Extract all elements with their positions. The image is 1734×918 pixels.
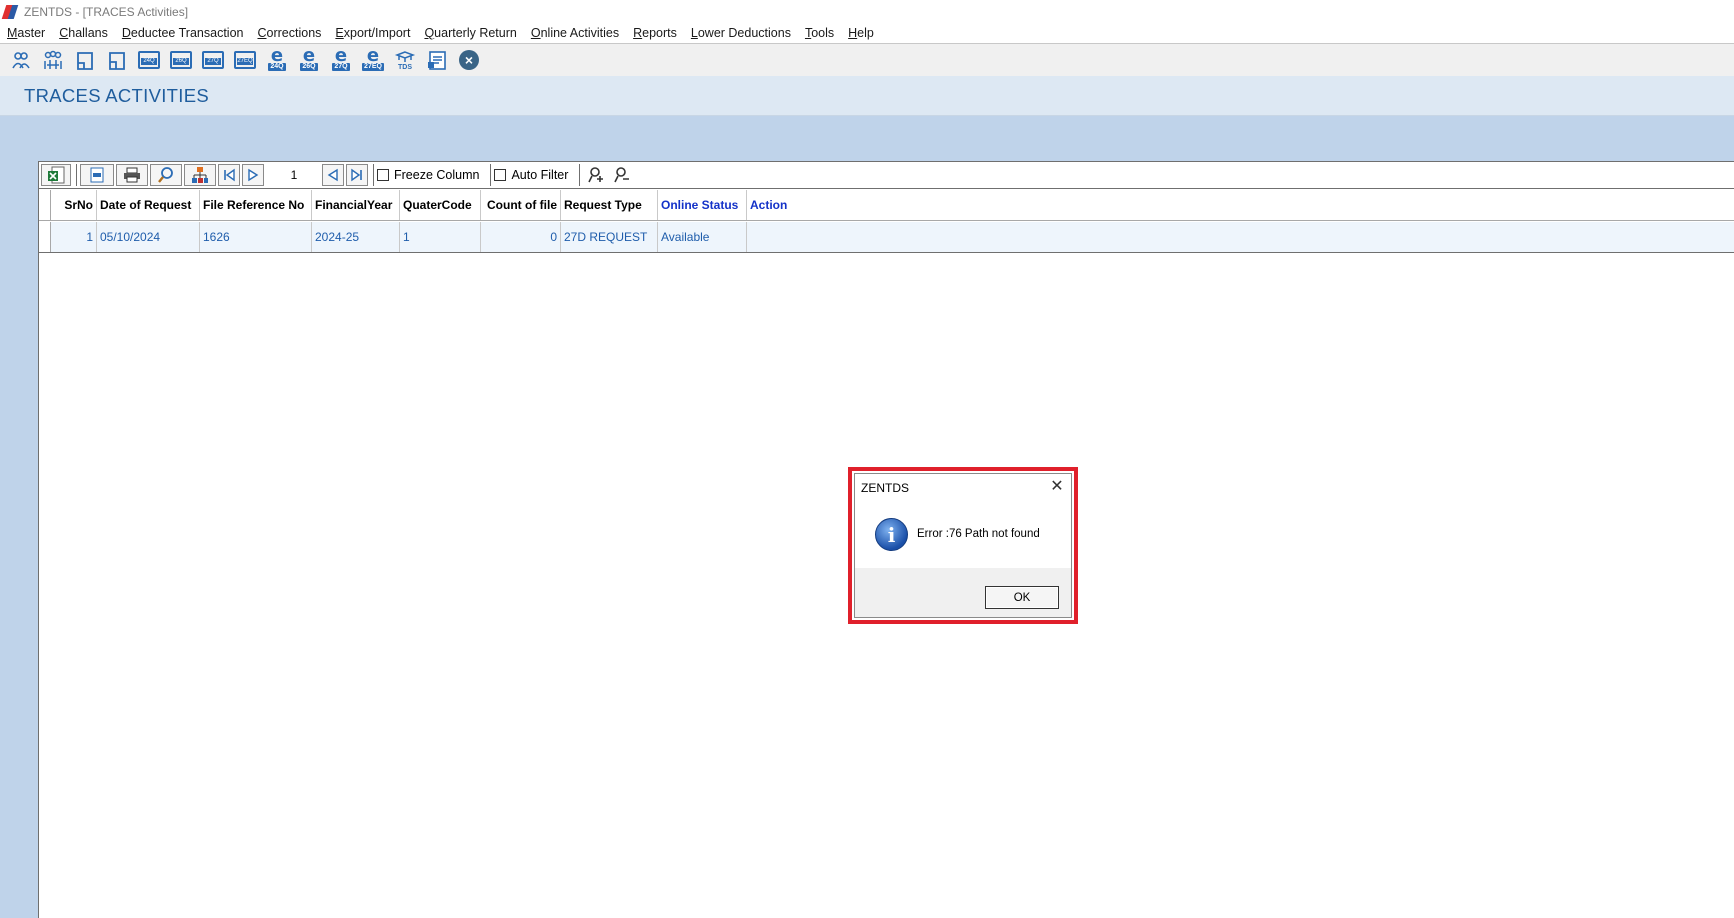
info-icon: i (875, 518, 908, 551)
first-page-icon[interactable] (218, 164, 240, 186)
e-return-24q-icon[interactable]: e 24Q (261, 46, 293, 74)
group-icon[interactable] (184, 164, 216, 186)
dialog-titlebar: ZENTDS ✕ (855, 474, 1071, 502)
freeze-column-box[interactable] (377, 169, 389, 181)
menu-tools[interactable]: Tools (805, 26, 834, 40)
cell-srno[interactable]: 1 (51, 222, 97, 252)
form-icon[interactable] (69, 46, 101, 74)
form-27eq-icon[interactable]: 27EQ (229, 46, 261, 74)
cell-date-of-request[interactable]: 05/10/2024 (97, 222, 200, 252)
zoom-out-icon[interactable] (609, 161, 635, 189)
ok-button[interactable]: OK (985, 586, 1059, 609)
error-dialog-highlight: ZENTDS ✕ i Error :76 Path not found OK (848, 467, 1078, 624)
dialog-title: ZENTDS (861, 481, 909, 495)
menu-help[interactable]: Help (848, 26, 874, 40)
last-page-icon[interactable] (346, 164, 368, 186)
menu-lower-deductions[interactable]: Lower Deductions (691, 26, 791, 40)
freeze-column-checkbox[interactable]: Freeze Column (377, 168, 479, 182)
form-24q-icon[interactable]: 24Q (133, 46, 165, 74)
menu-master[interactable]: Master (7, 26, 45, 40)
page-header: TRACES ACTIVITIES (0, 76, 1734, 116)
menu-bar: Master Challans Deductee Transaction Cor… (0, 23, 1734, 44)
window-titlebar: ZENTDS - [TRACES Activities] (0, 0, 1734, 23)
column-header-file-reference-no[interactable]: File Reference No (200, 190, 312, 220)
cell-file-reference-no[interactable]: 1626 (200, 222, 312, 252)
cell-online-status[interactable]: Available (658, 222, 747, 252)
next-page-icon[interactable] (242, 164, 264, 186)
grid-toolbar: 1 Freeze Column Auto Filter (39, 162, 1734, 189)
e-return-26q-icon[interactable]: e 26Q (293, 46, 325, 74)
close-window-icon[interactable]: × (453, 46, 485, 74)
cell-count-of-file[interactable]: 0 (481, 222, 561, 252)
error-dialog: ZENTDS ✕ i Error :76 Path not found OK (854, 473, 1072, 618)
column-header-online-status[interactable]: Online Status (658, 190, 747, 220)
column-header-count-of-file[interactable]: Count of file (481, 190, 561, 220)
report-icon[interactable] (421, 46, 453, 74)
page-number: 1 (290, 168, 298, 182)
menu-export-import[interactable]: Export/Import (335, 26, 410, 40)
zoom-in-icon[interactable] (583, 161, 609, 189)
tds-icon[interactable]: TDS (389, 46, 421, 74)
dialog-message: Error :76 Path not found (917, 528, 1040, 540)
menu-online-activities[interactable]: Online Activities (531, 26, 619, 40)
dialog-close-icon[interactable]: ✕ (1048, 478, 1066, 496)
e-return-27q-icon[interactable]: e 27Q (325, 46, 357, 74)
app-logo-icon (1, 4, 19, 19)
menu-challans[interactable]: Challans (59, 26, 108, 40)
column-header-action[interactable]: Action (747, 190, 1734, 220)
cell-request-type[interactable]: 27D REQUEST (561, 222, 658, 252)
deductor-icon[interactable] (5, 46, 37, 74)
menu-reports[interactable]: Reports (633, 26, 677, 40)
menu-corrections[interactable]: Corrections (257, 26, 321, 40)
column-header-quater-code[interactable]: QuaterCode (400, 190, 481, 220)
row-selector[interactable] (39, 222, 51, 252)
export-pdf-icon[interactable] (80, 164, 114, 186)
form-alt-icon[interactable] (101, 46, 133, 74)
dialog-body: i Error :76 Path not found (855, 502, 1071, 568)
prev-page-icon[interactable] (322, 164, 344, 186)
auto-filter-checkbox[interactable]: Auto Filter (494, 168, 568, 182)
auto-filter-box[interactable] (494, 169, 507, 181)
deductees-icon[interactable] (37, 46, 69, 74)
window-title: ZENTDS - [TRACES Activities] (24, 4, 189, 19)
export-excel-icon[interactable] (41, 164, 71, 186)
cell-quater-code[interactable]: 1 (400, 222, 481, 252)
row-selector-header (39, 190, 51, 220)
column-header-financial-year[interactable]: FinancialYear (312, 190, 400, 220)
page-title: TRACES ACTIVITIES (24, 85, 209, 106)
column-header-date-of-request[interactable]: Date of Request (97, 190, 200, 220)
print-icon[interactable] (116, 164, 148, 186)
main-toolbar: 24Q 26Q 27Q 27EQ e 24Q e 26Q e 27Q e 27EQ TD… (0, 44, 1734, 76)
menu-quarterly-return[interactable]: Quarterly Return (424, 26, 516, 40)
table-header: SrNo Date of Request File Reference No F… (39, 190, 1734, 221)
column-header-srno[interactable]: SrNo (51, 190, 97, 220)
cell-financial-year[interactable]: 2024-25 (312, 222, 400, 252)
column-header-request-type[interactable]: Request Type (561, 190, 658, 220)
menu-deductee-transaction[interactable]: Deductee Transaction (122, 26, 244, 40)
table-row[interactable]: 1 05/10/2024 1626 2024-25 1 0 27D REQUES… (39, 222, 1734, 253)
form-27q-icon[interactable]: 27Q (197, 46, 229, 74)
form-26q-icon[interactable]: 26Q (165, 46, 197, 74)
e-return-27eq-icon[interactable]: e 27EQ (357, 46, 389, 74)
find-icon[interactable] (150, 164, 182, 186)
cell-action[interactable] (747, 222, 1734, 252)
